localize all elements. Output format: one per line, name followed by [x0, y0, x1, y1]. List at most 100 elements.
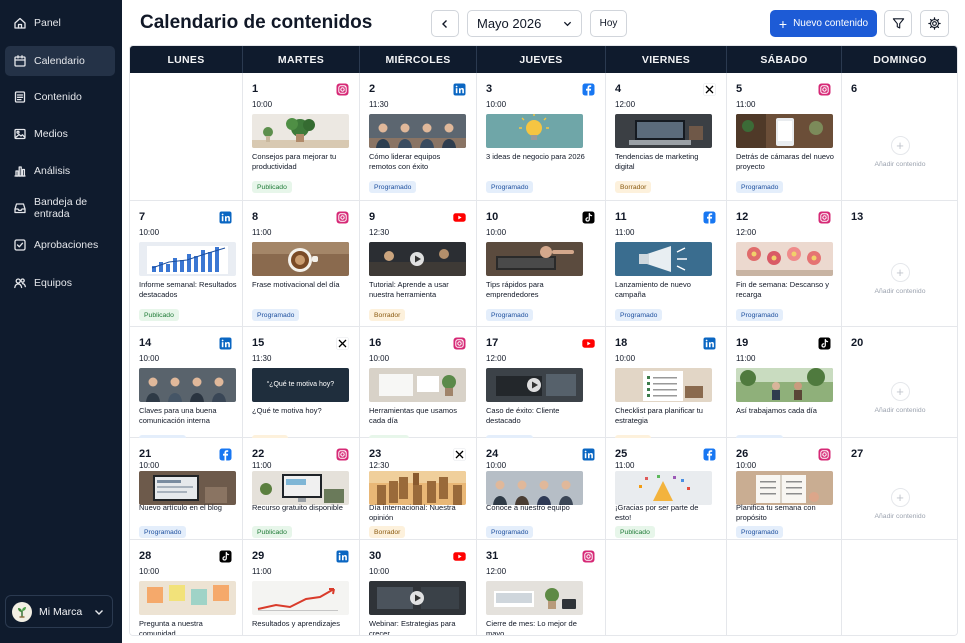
- post-thumbnail[interactable]: [369, 581, 466, 615]
- plus-icon[interactable]: +: [890, 136, 910, 155]
- add-content-slot[interactable]: + Añadir contenido: [842, 136, 957, 168]
- calendar-day-26[interactable]: 26 10:00 Planifica tu semana con propósi…: [727, 438, 842, 540]
- calendar-day-30[interactable]: 30 10:00 Webinar: Estrategias para crece…: [360, 540, 477, 635]
- post-thumbnail[interactable]: [736, 368, 833, 402]
- post-thumbnail[interactable]: [369, 471, 466, 505]
- calendar-day-3[interactable]: 3 10:00 3 ideas de negocio para 2026 Pro…: [477, 73, 606, 201]
- calendar-day-25[interactable]: 25 11:00 ¡Gracias por ser parte de esto!…: [606, 438, 727, 540]
- post-thumbnail[interactable]: [615, 114, 712, 148]
- post-title[interactable]: Fin de semana: Descanso y recarga: [736, 280, 836, 299]
- post-thumbnail[interactable]: [486, 242, 583, 276]
- plus-icon[interactable]: +: [890, 488, 910, 507]
- post-thumbnail[interactable]: [615, 368, 712, 402]
- month-selector[interactable]: Mayo 2026: [467, 10, 582, 37]
- post-thumbnail[interactable]: [369, 242, 466, 276]
- post-title[interactable]: Checklist para planificar tu estrategia: [615, 406, 715, 425]
- calendar-day-13[interactable]: 13 + Añadir contenido: [842, 201, 957, 327]
- post-thumbnail[interactable]: [486, 368, 583, 402]
- sidebar-item-equipos[interactable]: Equipos: [5, 268, 115, 298]
- post-title[interactable]: Claves para una buena comunicación inter…: [139, 406, 239, 425]
- calendar-day-27[interactable]: 27 + Añadir contenido: [842, 438, 957, 540]
- post-thumbnail[interactable]: [736, 114, 833, 148]
- calendar-day-10[interactable]: 10 10:00 Tips rápidos para emprendedores…: [477, 201, 606, 327]
- post-title[interactable]: Conoce a nuestro equipo: [486, 503, 586, 513]
- sidebar-item-contenido[interactable]: Contenido: [5, 82, 115, 112]
- calendar-day-12[interactable]: 12 12:00 Fin de semana: Descanso y recar…: [727, 201, 842, 327]
- post-thumbnail[interactable]: [486, 114, 583, 148]
- post-title[interactable]: Día internacional: Nuestra opinión: [369, 503, 469, 522]
- post-thumbnail[interactable]: [252, 471, 349, 505]
- post-thumbnail[interactable]: [139, 242, 236, 276]
- post-title[interactable]: Herramientas que usamos cada día: [369, 406, 469, 425]
- calendar-day-9[interactable]: 9 12:30 Tutorial: Aprende a usar nuestra…: [360, 201, 477, 327]
- post-title[interactable]: Detrás de cámaras del nuevo proyecto: [736, 152, 836, 171]
- calendar-day-1[interactable]: 1 10:00 Consejos para mejorar tu product…: [243, 73, 360, 201]
- post-title[interactable]: Resultados y aprendizajes: [252, 619, 352, 629]
- today-button[interactable]: Hoy: [590, 10, 627, 37]
- post-title[interactable]: ¡Gracias por ser parte de esto!: [615, 503, 715, 522]
- calendar-day-24[interactable]: 24 10:00 Conoce a nuestro equipo Program…: [477, 438, 606, 540]
- filter-button[interactable]: [884, 10, 912, 37]
- new-content-button[interactable]: + Nuevo contenido: [770, 10, 877, 37]
- sidebar-item-medios[interactable]: Medios: [5, 119, 115, 149]
- post-title[interactable]: Cómo liderar equipos remotos con éxito: [369, 152, 469, 171]
- brand-switcher[interactable]: Mi Marca: [5, 595, 113, 628]
- sidebar-item-análisis[interactable]: Análisis: [5, 156, 115, 186]
- post-thumbnail[interactable]: “¿Qué te motiva hoy?: [252, 368, 349, 402]
- settings-button[interactable]: [920, 10, 949, 37]
- add-content-slot[interactable]: + Añadir contenido: [842, 263, 957, 295]
- post-title[interactable]: Tips rápidos para emprendedores: [486, 280, 586, 299]
- calendar-day-7[interactable]: 7 10:00 Informe semanal: Resultados dest…: [130, 201, 243, 327]
- calendar-day-21[interactable]: 21 10:00 Nuevo artículo en el blog Progr…: [130, 438, 243, 540]
- post-title[interactable]: Nuevo artículo en el blog: [139, 503, 239, 513]
- post-thumbnail[interactable]: [252, 581, 349, 615]
- post-title[interactable]: Recurso gratuito disponible: [252, 503, 352, 513]
- post-thumbnail[interactable]: [369, 114, 466, 148]
- calendar-day-16[interactable]: 16 10:00 Herramientas que usamos cada dí…: [360, 327, 477, 447]
- post-title[interactable]: Informe semanal: Resultados destacados: [139, 280, 239, 299]
- post-title[interactable]: Planifica tu semana con propósito: [736, 503, 836, 522]
- add-content-slot[interactable]: + Añadir contenido: [842, 382, 957, 414]
- calendar-day-22[interactable]: 22 11:00 Recurso gratuito disponible Pub…: [243, 438, 360, 540]
- post-thumbnail[interactable]: [486, 471, 583, 505]
- sidebar-item-panel[interactable]: Panel: [5, 8, 115, 38]
- post-title[interactable]: Caso de éxito: Cliente destacado: [486, 406, 586, 425]
- post-title[interactable]: Pregunta a nuestra comunidad: [139, 619, 239, 635]
- calendar-day-29[interactable]: 29 11:00 Resultados y aprendizajes Progr…: [243, 540, 360, 635]
- post-thumbnail[interactable]: [615, 242, 712, 276]
- post-title[interactable]: Consejos para mejorar tu productividad: [252, 152, 352, 171]
- post-thumbnail[interactable]: [615, 471, 712, 505]
- calendar-day-15[interactable]: 15 11:30 “¿Qué te motiva hoy? ¿Qué te mo…: [243, 327, 360, 447]
- post-title[interactable]: Así trabajamos cada día: [736, 406, 836, 416]
- post-thumbnail[interactable]: [486, 581, 583, 615]
- post-thumbnail[interactable]: [139, 581, 236, 615]
- post-thumbnail[interactable]: [736, 242, 833, 276]
- calendar-day-28[interactable]: 28 10:00 Pregunta a nuestra comunidad Bo…: [130, 540, 243, 635]
- post-thumbnail[interactable]: [252, 114, 349, 148]
- calendar-day-2[interactable]: 2 11:30 Cómo liderar equipos remotos con…: [360, 73, 477, 201]
- sidebar-item-aprobaciones[interactable]: Aprobaciones: [5, 230, 115, 260]
- post-thumbnail[interactable]: [252, 242, 349, 276]
- sidebar-item-calendario[interactable]: Calendario: [5, 46, 115, 76]
- post-title[interactable]: ¿Qué te motiva hoy?: [252, 406, 352, 416]
- calendar-day-18[interactable]: 18 10:00 Checklist para planificar tu es…: [606, 327, 727, 447]
- post-title[interactable]: Lanzamiento de nuevo campaña: [615, 280, 715, 299]
- plus-icon[interactable]: +: [890, 382, 910, 401]
- calendar-day-31[interactable]: 31 12:00 Cierre de mes: Lo mejor de mayo…: [477, 540, 606, 635]
- calendar-day-19[interactable]: 19 11:00 Así trabajamos cada día Program…: [727, 327, 842, 447]
- previous-month-button[interactable]: [431, 10, 459, 37]
- post-title[interactable]: Frase motivacional del día: [252, 280, 352, 290]
- add-content-slot[interactable]: + Añadir contenido: [842, 488, 957, 520]
- post-thumbnail[interactable]: [139, 471, 236, 505]
- calendar-day-20[interactable]: 20 + Añadir contenido: [842, 327, 957, 438]
- calendar-day-11[interactable]: 11 11:00 Lanzamiento de nuevo campaña Pr…: [606, 201, 727, 327]
- calendar-day-6[interactable]: 6 + Añadir contenido: [842, 73, 957, 201]
- post-title[interactable]: Cierre de mes: Lo mejor de mayo: [486, 619, 586, 635]
- calendar-day-5[interactable]: 5 11:00 Detrás de cámaras del nuevo proy…: [727, 73, 842, 201]
- post-title[interactable]: Tendencias de marketing digital: [615, 152, 715, 171]
- post-thumbnail[interactable]: [369, 368, 466, 402]
- calendar-day-8[interactable]: 8 11:00 Frase motivacional del día Progr…: [243, 201, 360, 327]
- post-thumbnail[interactable]: [736, 471, 833, 505]
- post-thumbnail[interactable]: [139, 368, 236, 402]
- post-title[interactable]: Webinar: Estrategias para crecer: [369, 619, 469, 635]
